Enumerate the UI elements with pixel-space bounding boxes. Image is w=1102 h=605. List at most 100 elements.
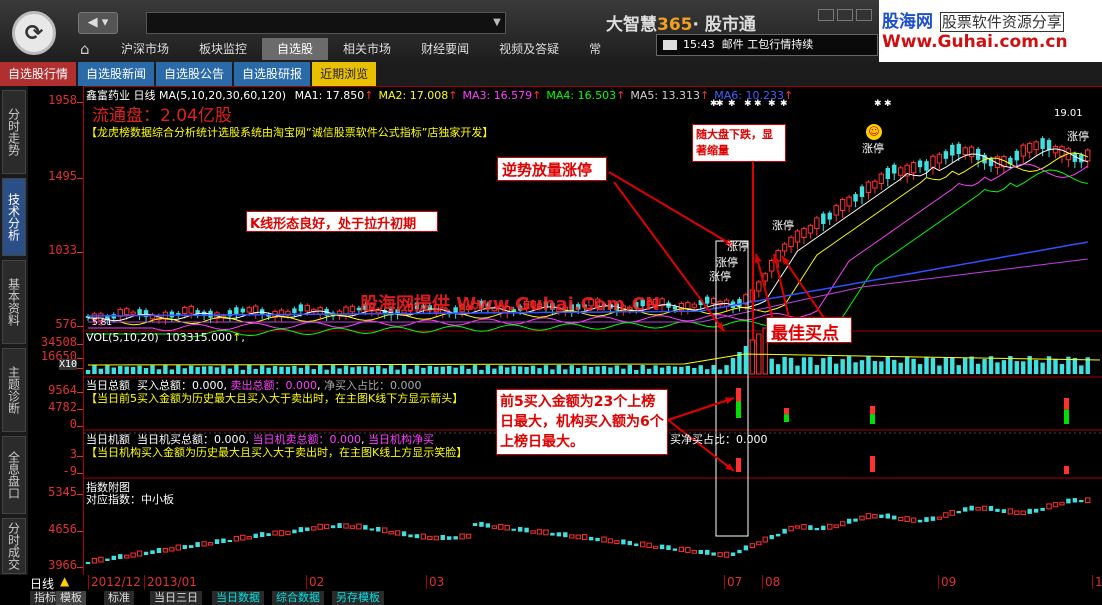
- volume-bar: [950, 357, 955, 374]
- index-candle: [904, 516, 910, 523]
- annotation-arrow-head: [782, 256, 790, 265]
- side-tab[interactable]: 全息盘口: [2, 436, 26, 514]
- period-selector[interactable]: 日线: [30, 575, 54, 592]
- subtab[interactable]: 自选股公告: [156, 62, 233, 86]
- limit-up-label: 涨停: [1067, 130, 1089, 143]
- nav-item[interactable]: 板块监控: [184, 38, 262, 60]
- app-logo-icon[interactable]: ⟳: [12, 11, 56, 55]
- index-candle: [833, 524, 839, 529]
- index-candle: [130, 552, 136, 558]
- y-axis-label: 576: [55, 317, 77, 331]
- close-icon[interactable]: [856, 9, 872, 21]
- side-tab[interactable]: 技术分析: [2, 178, 26, 256]
- index-candle: [705, 549, 710, 555]
- volume-bar: [382, 368, 387, 374]
- index-candle: [550, 532, 555, 536]
- volume-bar: [505, 367, 510, 374]
- index-candle: [814, 527, 820, 531]
- volume-bar: [724, 365, 729, 374]
- volume-bar: [898, 362, 903, 374]
- index-candle: [743, 545, 749, 551]
- volume-bar: [1014, 361, 1019, 374]
- volume-bar: [1072, 357, 1078, 374]
- mail-icon: [663, 40, 677, 50]
- volume-bar: [447, 365, 452, 374]
- index-candle: [298, 527, 304, 533]
- home-icon[interactable]: ⌂: [80, 40, 100, 58]
- index-candle: [356, 523, 362, 530]
- volume-bar: [788, 357, 794, 374]
- window-controls[interactable]: [818, 6, 878, 21]
- volume-bar: [330, 365, 336, 374]
- candle-body: [762, 273, 768, 282]
- bottom-tab[interactable]: 另存模板: [332, 591, 384, 605]
- address-input[interactable]: [146, 12, 506, 34]
- index-candle: [614, 540, 620, 545]
- index-candle: [879, 514, 884, 518]
- candle-body: [865, 181, 872, 193]
- volume-bar: [769, 358, 774, 374]
- index-candle: [749, 543, 756, 549]
- bottom-tab[interactable]: 标准: [104, 591, 134, 605]
- minimize-icon[interactable]: [818, 9, 834, 21]
- volume-bar: [408, 369, 413, 374]
- nav-item[interactable]: 相关市场: [328, 38, 406, 60]
- volume-bar: [982, 359, 987, 374]
- candle-body: [917, 160, 923, 168]
- mail-ticker[interactable]: 15:43 邮件 工包行情持续: [656, 34, 878, 56]
- subtab[interactable]: 近期浏览: [312, 62, 377, 86]
- index-candle: [969, 505, 974, 511]
- volume-bar: [517, 366, 523, 374]
- volume-bar: [369, 367, 374, 374]
- nav-item[interactable]: 财经要闻: [406, 38, 484, 60]
- side-tab[interactable]: 主题诊断: [2, 348, 26, 432]
- nav-item[interactable]: 自选股: [262, 38, 329, 60]
- side-tab[interactable]: 分时成交: [2, 518, 26, 574]
- candle-body: [788, 236, 794, 247]
- subtab[interactable]: 自选股研报: [234, 62, 311, 86]
- volume-bar: [666, 365, 671, 374]
- bottom-tab[interactable]: 当日数据: [212, 591, 264, 605]
- y-axis-label: -9: [62, 464, 77, 478]
- index-candle: [479, 521, 484, 527]
- index-candle: [401, 531, 407, 537]
- volume-bar: [395, 369, 400, 374]
- side-tab[interactable]: 分时走势: [2, 90, 26, 174]
- bottom-tab[interactable]: 模板: [56, 591, 86, 605]
- ind2-note: 【当日机构买入金额为历史最大且买入大于卖出时，在主图K线上方显示笑脸】: [86, 446, 468, 459]
- candle-body: [1020, 144, 1026, 157]
- candle-body: [1040, 138, 1045, 149]
- volume-bar: [840, 359, 845, 374]
- y-axis-label: 4782: [48, 400, 77, 414]
- y-axis-tick: [77, 102, 83, 103]
- maximize-icon[interactable]: [837, 9, 853, 21]
- subtab[interactable]: 自选股新闻: [78, 62, 155, 86]
- nav-item[interactable]: 沪深市场: [106, 38, 184, 60]
- x-axis-date: 07: [724, 575, 742, 589]
- index-candle: [465, 533, 472, 539]
- limit-up-label: 涨停: [709, 270, 731, 283]
- bottom-tab[interactable]: 综合数据: [272, 591, 324, 605]
- side-tab[interactable]: 基本资料: [2, 260, 26, 344]
- index-candle: [323, 524, 330, 530]
- y-axis-tick: [77, 358, 83, 359]
- bottom-tab[interactable]: 当日三日: [150, 591, 202, 605]
- nav-item[interactable]: 视频及答疑: [484, 38, 574, 60]
- volume-bar: [892, 359, 897, 374]
- period-warning-icon: ▲: [60, 574, 70, 588]
- subtab[interactable]: 自选股行情: [0, 62, 77, 86]
- smiley-icon: ☺: [866, 124, 882, 140]
- star-marker-icon: ✱: [874, 99, 882, 109]
- nav-item[interactable]: 常: [574, 38, 616, 60]
- index-candle: [278, 530, 285, 537]
- address-dropdown-icon[interactable]: ▼: [488, 12, 506, 34]
- volume-bar: [646, 368, 652, 374]
- back-forward-button[interactable]: ◀ ▾: [78, 12, 118, 34]
- volume-bar: [298, 367, 304, 374]
- y-axis-label: 1033: [48, 243, 77, 257]
- volume-bar: [311, 369, 316, 374]
- candle-body: [924, 161, 929, 171]
- index-candle: [440, 535, 445, 540]
- index-candle: [1046, 503, 1052, 510]
- volume-bar: [98, 368, 104, 374]
